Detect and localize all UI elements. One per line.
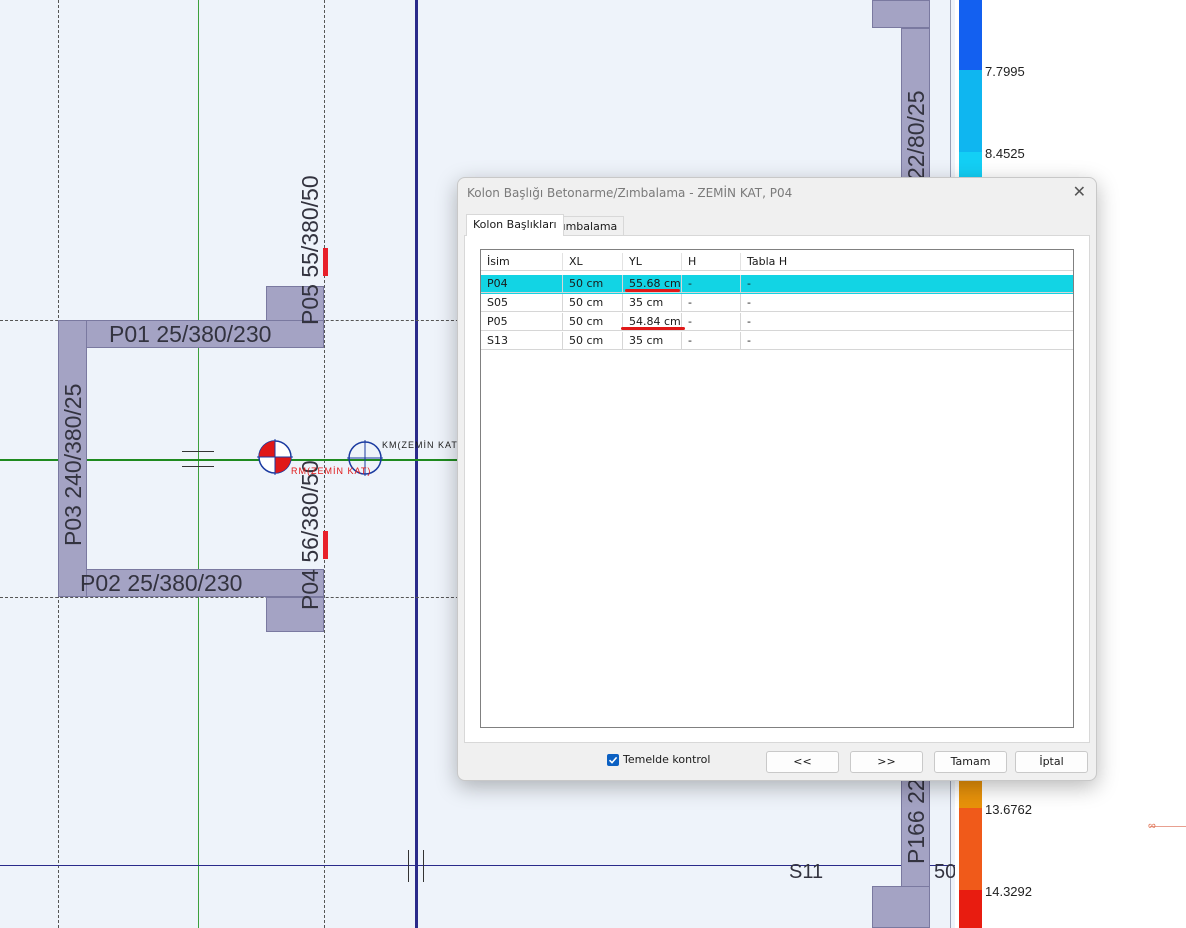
cell-tabla-h[interactable]: - — [741, 313, 1073, 331]
rigidity-center-icon[interactable] — [256, 438, 294, 476]
km-label: KM(ZEMİN KAT — [382, 440, 458, 450]
cancel-button[interactable]: İptal — [1015, 751, 1088, 773]
check-icon — [608, 756, 618, 764]
cell-yl[interactable]: 35 cm — [623, 294, 682, 312]
grid-header: İsim XL YL H Tabla H — [481, 253, 1073, 272]
table-row[interactable]: S05 50 cm 35 cm - - — [481, 294, 1073, 313]
legend-band — [959, 778, 982, 808]
legend-value: 14.3292 — [985, 884, 1032, 899]
temelde-kontrol-checkbox[interactable] — [607, 754, 619, 766]
column-grid[interactable]: İsim XL YL H Tabla H P04 50 cm 55.68 cm … — [480, 249, 1074, 728]
column-header-tabla-h[interactable]: Tabla H — [741, 253, 1073, 271]
support-symbol — [182, 451, 214, 452]
column-header-yl[interactable]: YL — [623, 253, 682, 271]
dialog-title: Kolon Başlığı Betonarme/Zımbalama - ZEMİ… — [467, 186, 793, 200]
column-capital-dialog: Kolon Başlığı Betonarme/Zımbalama - ZEMİ… — [457, 177, 1097, 781]
temelde-kontrol-label[interactable]: Temelde kontrol — [623, 753, 710, 766]
legend-value: 13.6762 — [985, 802, 1032, 817]
beam-label-p22: 22/80/25 — [903, 90, 929, 180]
axis-line-blue — [415, 0, 418, 928]
cell-tabla-h[interactable]: - — [741, 294, 1073, 312]
cell-name[interactable]: S13 — [481, 332, 563, 350]
break-symbol — [423, 850, 424, 882]
cell-h[interactable]: - — [682, 275, 741, 293]
cell-yl[interactable]: 35 cm — [623, 332, 682, 350]
cell-tabla-h[interactable]: - — [741, 275, 1073, 293]
cell-name[interactable]: P04 — [481, 275, 563, 293]
beam-label-p04: P04 56/380/50 — [297, 460, 323, 610]
legend-band — [959, 890, 982, 928]
beam-label-p03: P03 240/380/25 — [60, 383, 86, 546]
ok-button[interactable]: Tamam — [934, 751, 1007, 773]
cell-h[interactable]: - — [682, 332, 741, 350]
table-row[interactable]: P04 50 cm 55.68 cm - - — [481, 275, 1073, 294]
column-bottom-right[interactable] — [872, 886, 930, 928]
cell-h[interactable]: - — [682, 313, 741, 331]
cell-h[interactable]: - — [682, 294, 741, 312]
tab-panel: İsim XL YL H Tabla H P04 50 cm 55.68 cm … — [464, 235, 1090, 743]
cell-xl[interactable]: 50 cm — [563, 332, 623, 350]
column-header-h[interactable]: H — [682, 253, 741, 271]
cell-xl[interactable]: 50 cm — [563, 275, 623, 293]
table-row[interactable]: P05 50 cm 54.84 cm - - — [481, 313, 1073, 332]
column-top-right[interactable] — [872, 0, 930, 28]
table-row[interactable]: S13 50 cm 35 cm - - — [481, 332, 1073, 351]
beam-label-partial: 50 — [934, 861, 955, 883]
column-header-name[interactable]: İsim — [481, 253, 563, 271]
cell-name[interactable]: P05 — [481, 313, 563, 331]
legend-band — [959, 0, 982, 70]
break-symbol — [408, 850, 409, 882]
legend-value: 7.7995 — [985, 64, 1025, 79]
beam-label-p05: P05 55/380/50 — [297, 175, 323, 325]
support-symbol — [182, 466, 214, 467]
column-header-xl[interactable]: XL — [563, 253, 623, 271]
prev-button[interactable]: << — [766, 751, 839, 773]
cell-xl[interactable]: 50 cm — [563, 294, 623, 312]
axis-line-green — [198, 0, 199, 928]
legend-band — [959, 808, 982, 890]
beam-label-p166: P166 22 — [903, 778, 929, 864]
axis-line — [324, 0, 325, 928]
close-icon[interactable]: ✕ — [1073, 182, 1086, 201]
rm-label: RM(ZEMİN KAT) — [291, 466, 372, 476]
next-button[interactable]: >> — [850, 751, 923, 773]
annotation-underline — [625, 289, 680, 292]
cell-tabla-h[interactable]: - — [741, 332, 1073, 350]
link-icon: ∞ — [1148, 820, 1156, 832]
annotation-underline — [621, 327, 685, 330]
tab-kolon-basliklari[interactable]: Kolon Başlıkları — [466, 214, 564, 236]
beam-label-p02: P02 25/380/230 — [80, 570, 243, 596]
beam-label-p01: P01 25/380/230 — [109, 321, 272, 347]
legend-value: 8.4525 — [985, 146, 1025, 161]
legend-band — [959, 70, 982, 152]
beam-label-s11: S11 — [789, 861, 824, 883]
cell-xl[interactable]: 50 cm — [563, 313, 623, 331]
cell-name[interactable]: S05 — [481, 294, 563, 312]
